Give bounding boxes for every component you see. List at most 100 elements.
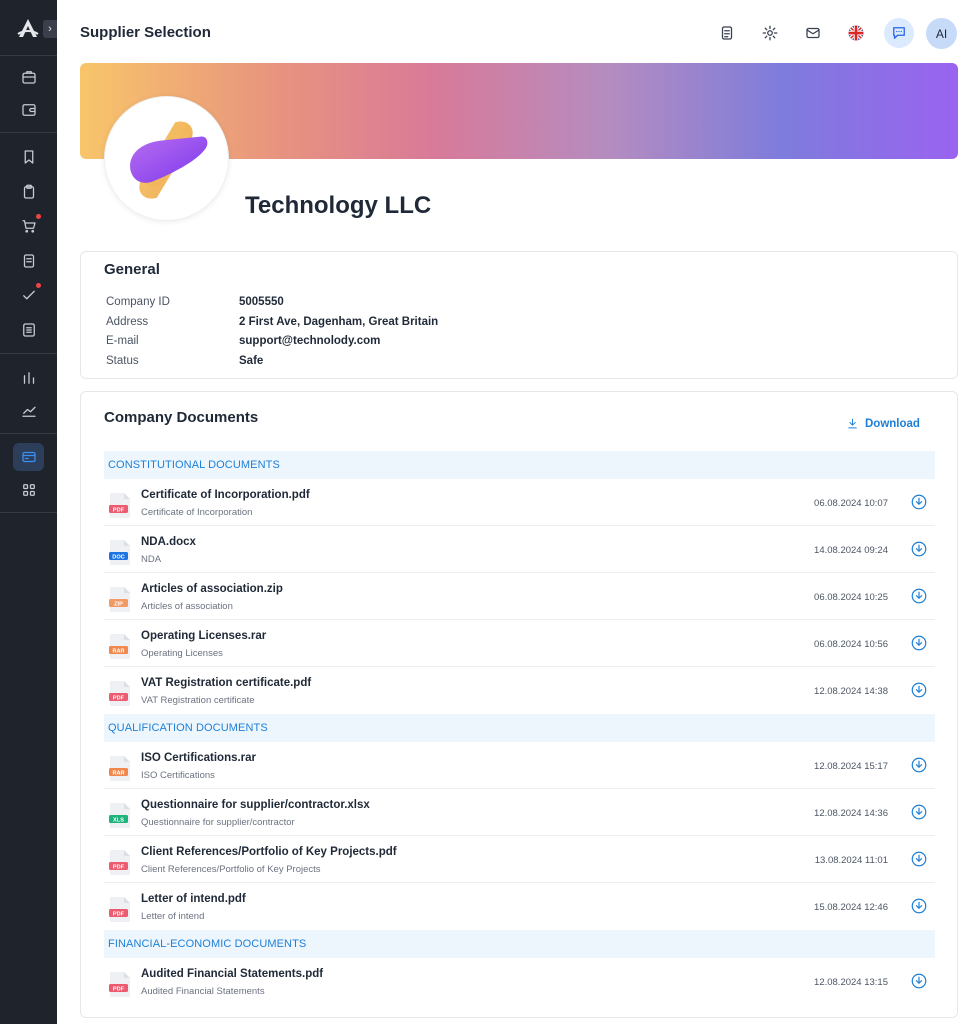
download-circle-icon [911,494,927,510]
sidebar-item-approvals[interactable] [13,281,44,309]
download-all-button[interactable]: Download [846,417,920,430]
sidebar-item-bookmarks[interactable] [13,143,44,171]
sidebar-item-list[interactable] [13,316,44,344]
sidebar-item-wallet[interactable] [13,96,44,124]
document-row[interactable]: PDF Audited Financial Statements.pdf Aud… [104,958,935,1005]
file-type-icon: PDF [109,681,130,706]
document-time: 12:46 [864,902,888,913]
sidebar-item-documents[interactable] [13,247,44,275]
document-timestamp: 06.08.2024 10:07 [814,498,888,509]
info-label: Address [106,316,149,328]
file-type-icon: ZIP [109,587,130,612]
sidebar-item-clipboard[interactable] [13,178,44,206]
document-time: 11:01 [864,855,888,866]
document-timestamp: 14.08.2024 09:24 [814,545,888,556]
list-icon [22,323,35,337]
document-download-button[interactable] [910,587,928,605]
document-name[interactable]: VAT Registration certificate.pdf [141,677,311,689]
download-circle-icon [911,635,927,651]
notes-button[interactable] [712,18,742,48]
document-row[interactable]: DOC NDA.docx NDA 14.08.2024 09:24 [104,526,935,573]
chat-icon [893,27,905,39]
document-time: 10:56 [864,639,888,650]
document-row[interactable]: RAR Operating Licenses.rar Operating Lic… [104,620,935,667]
document-download-button[interactable] [910,803,928,821]
user-avatar[interactable]: AI [926,18,957,49]
document-name[interactable]: Operating Licenses.rar [141,630,266,642]
document-timestamp: 06.08.2024 10:25 [814,592,888,603]
gear-icon [762,25,778,41]
chat-button[interactable] [884,18,914,48]
sidebar-item-briefcase[interactable] [13,63,44,91]
document-name[interactable]: ISO Certifications.rar [141,752,256,764]
document-date: 13.08.2024 [814,855,863,866]
settings-button[interactable] [755,18,785,48]
notification-dot [36,283,41,288]
document-icon [23,254,34,268]
document-download-button[interactable] [910,972,928,990]
document-row[interactable]: PDF Certificate of Incorporation.pdf Cer… [104,479,935,526]
document-row[interactable]: RAR ISO Certifications.rar ISO Certifica… [104,742,935,789]
document-time: 09:24 [864,545,888,556]
sidebar-expand-toggle[interactable]: › [43,20,57,38]
document-row[interactable]: PDF Client References/Portfolio of Key P… [104,836,935,883]
file-type-label: RAR [112,648,124,654]
document-section-header: QUALIFICATION DOCUMENTS [104,714,935,742]
document-name[interactable]: Client References/Portfolio of Key Proje… [141,846,397,858]
file-type-label: PDF [113,864,125,870]
document-date: 14.08.2024 [814,545,862,556]
document-download-button[interactable] [910,756,928,774]
sidebar-item-line-chart[interactable] [13,397,44,425]
document-name[interactable]: Questionnaire for supplier/contractor.xl… [141,799,370,811]
language-selector[interactable] [841,18,871,48]
notification-dot [36,214,41,219]
document-row[interactable]: PDF VAT Registration certificate.pdf VAT… [104,667,935,714]
sidebar-item-bar-chart[interactable] [13,364,44,392]
document-date: 15.08.2024 [814,902,862,913]
document-name[interactable]: Audited Financial Statements.pdf [141,968,323,980]
company-logo-icon [129,120,207,199]
document-name[interactable]: Letter of intend.pdf [141,893,246,905]
bookmark-icon [24,150,33,164]
app-logo-icon[interactable] [16,17,40,39]
sidebar-item-cart[interactable] [13,212,44,240]
cart-icon [21,220,36,233]
sidebar-item-suppliers[interactable] [13,443,44,471]
document-description: Articles of association [141,601,233,612]
file-type-label: ZIP [114,601,123,607]
document-date: 12.08.2024 [814,808,862,819]
document-download-button[interactable] [910,493,928,511]
file-type-label: PDF [113,695,125,701]
document-name[interactable]: Certificate of Incorporation.pdf [141,489,310,501]
document-name[interactable]: NDA.docx [141,536,196,548]
document-row[interactable]: ZIP Articles of association.zip Articles… [104,573,935,620]
company-name: Technology LLC [245,192,432,219]
sidebar-item-apps[interactable] [13,476,44,504]
file-type-label: PDF [113,507,125,513]
documents-card-title: Company Documents [104,409,259,426]
company-logo [104,96,229,221]
grid-icon [22,484,35,496]
sidebar-divider [0,512,57,513]
mail-button[interactable] [798,18,828,48]
document-description: VAT Registration certificate [141,695,255,706]
document-row[interactable]: PDF Letter of intend.pdf Letter of inten… [104,883,935,930]
download-icon [848,418,857,429]
clipboard-icon [23,184,34,199]
document-download-button[interactable] [910,540,928,558]
document-name[interactable]: Articles of association.zip [141,583,283,595]
download-circle-icon [911,851,927,867]
document-download-button[interactable] [910,850,928,868]
info-label: E-mail [106,335,139,347]
document-timestamp: 12.08.2024 15:17 [814,761,888,772]
document-download-button[interactable] [910,681,928,699]
document-date: 06.08.2024 [814,639,862,650]
sidebar-divider [0,353,57,354]
file-type-icon: PDF [109,972,130,997]
document-row[interactable]: XLS Questionnaire for supplier/contracto… [104,789,935,836]
document-download-button[interactable] [910,897,928,915]
sidebar-divider [0,132,57,133]
file-type-icon: XLS [109,803,130,828]
file-type-icon: DOC [109,540,130,565]
document-download-button[interactable] [910,634,928,652]
